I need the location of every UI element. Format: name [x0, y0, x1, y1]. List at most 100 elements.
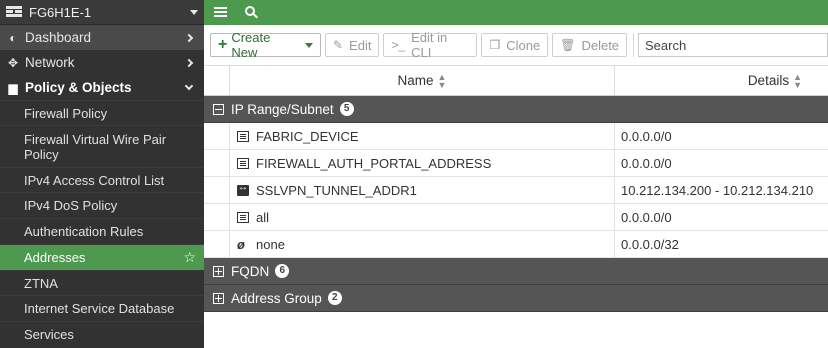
row-name-cell: SSLVPN_TUNNEL_ADDR1 [230, 177, 615, 203]
table-row[interactable]: ø none 0.0.0.0/32 [204, 231, 828, 258]
group-header-address-group[interactable]: Address Group 2 [204, 285, 828, 312]
none-address-icon: ø [237, 236, 245, 252]
menu-icon[interactable] [214, 7, 227, 18]
nav-item-label: Firewall Virtual Wire Pair Policy [24, 131, 167, 162]
group-header-fqdn[interactable]: FQDN 6 [204, 258, 828, 285]
group-label: Address Group [231, 290, 322, 306]
edit-in-cli-label: Edit in CLI [411, 30, 448, 60]
row-gutter [204, 231, 230, 257]
nav-item-label: ZTNA [24, 275, 58, 291]
create-new-label: Create New [231, 30, 271, 60]
pencil-icon: ✎ [332, 38, 344, 52]
caret-down-icon [190, 9, 198, 15]
fortigate-logo-icon [6, 6, 22, 18]
policy-icon: ▆ [8, 80, 18, 95]
row-details: 0.0.0.0/0 [621, 209, 672, 225]
row-name-cell: FIREWALL_AUTH_PORTAL_ADDRESS [230, 150, 615, 176]
clone-icon: ❐ [489, 38, 501, 52]
column-header-details[interactable]: Details ▲ ▼ [615, 66, 828, 95]
row-details: 0.0.0.0/32 [621, 236, 679, 252]
nav-authentication-rules[interactable]: Authentication Rules [0, 218, 204, 244]
row-name: FABRIC_DEVICE [256, 128, 359, 144]
row-name: none [256, 236, 285, 252]
nav-virtual-wire-pair-policy[interactable]: Firewall Virtual Wire Pair Policy [0, 125, 204, 167]
column-header-name[interactable]: Name ▲ ▼ [230, 66, 615, 95]
clone-button[interactable]: ❐ Clone [481, 33, 549, 57]
nav-item-label: Internet Service Database [24, 301, 175, 316]
nav-item-label: Addresses [24, 250, 86, 265]
dashboard-icon: ◐ [9, 30, 17, 45]
nav-item-label: Firewall Policy [24, 105, 108, 121]
search-input[interactable] [638, 33, 828, 57]
address-table: Name ▲ ▼ Details ▲ ▼ IP Range/Subnet 5 FAB… [204, 65, 828, 348]
expand-icon[interactable] [213, 292, 224, 304]
top-bar [204, 0, 828, 25]
terminal-icon: >_ [391, 38, 406, 52]
group-count-badge: 6 [275, 264, 290, 278]
row-gutter [204, 123, 230, 149]
row-gutter [204, 177, 230, 203]
nav-addresses[interactable]: Addresses ☆ [0, 244, 204, 270]
nav-item-label: Services [24, 327, 74, 342]
nav-internet-service-database[interactable]: Internet Service Database [0, 295, 204, 321]
expand-icon[interactable] [213, 265, 224, 277]
toolbar-divider [633, 33, 635, 57]
edit-in-cli-button[interactable]: >_ Edit in CLI [383, 30, 478, 60]
nav-services[interactable]: Services [0, 321, 204, 347]
table-row[interactable]: all 0.0.0.0/0 [204, 204, 828, 231]
edit-button[interactable]: ✎ Edit [324, 33, 380, 57]
subnet-icon [237, 211, 249, 223]
group-count-badge: 2 [327, 291, 342, 305]
row-name: FIREWALL_AUTH_PORTAL_ADDRESS [256, 155, 492, 171]
row-name-cell: FABRIC_DEVICE [230, 123, 615, 149]
nav-ztna[interactable]: ZTNA [0, 270, 204, 295]
group-header-ip-range-subnet[interactable]: IP Range/Subnet 5 [204, 96, 828, 123]
clone-label: Clone [506, 37, 541, 53]
create-new-button[interactable]: + Create New [210, 30, 321, 60]
subnet-icon [237, 130, 249, 142]
subnet-icon [237, 157, 249, 169]
nav-item-label: IPv4 Access Control List [24, 172, 165, 188]
sort-icon: ▲ ▼ [437, 71, 447, 90]
nav-item-label: Authentication Rules [24, 224, 144, 239]
chevron-right-icon [184, 33, 194, 42]
row-name-cell: ø none [230, 231, 615, 257]
row-gutter [204, 204, 230, 230]
search-icon[interactable] [245, 6, 258, 19]
column-name-label: Name [397, 73, 434, 88]
nav-policy-objects-label: Policy & Objects [25, 80, 132, 95]
group-label: FQDN [231, 263, 270, 279]
iprange-icon [237, 182, 249, 196]
caret-down-icon [304, 42, 313, 48]
row-gutter [204, 150, 230, 176]
table-row[interactable]: FIREWALL_AUTH_PORTAL_ADDRESS 0.0.0.0/0 [204, 150, 828, 177]
delete-button[interactable]: 🗑 Delete [552, 33, 628, 57]
nav-ipv4-dos-policy[interactable]: IPv4 DoS Policy [0, 192, 204, 218]
favorite-star-icon[interactable]: ☆ [183, 249, 196, 266]
nav-network[interactable]: ✥ Network [0, 50, 204, 75]
group-label: IP Range/Subnet [231, 101, 334, 117]
nav-dashboard-label: Dashboard [25, 30, 92, 45]
row-details: 0.0.0.0/0 [621, 128, 672, 144]
row-name: all [256, 209, 270, 225]
nav-policy-objects[interactable]: ▆ Policy & Objects [0, 75, 204, 100]
device-selector[interactable]: FG6H1E-1 [0, 0, 204, 25]
nav-dashboard[interactable]: ◐ Dashboard [0, 25, 204, 50]
nav-network-label: Network [25, 55, 75, 70]
chevron-down-icon [184, 81, 194, 91]
device-name: FG6H1E-1 [29, 4, 92, 20]
edit-label: Edit [349, 37, 372, 53]
plus-icon: + [218, 36, 228, 53]
nav-ipv4-acl[interactable]: IPv4 Access Control List [0, 167, 204, 192]
sort-icon: ▲ ▼ [793, 71, 802, 90]
collapse-icon[interactable] [213, 103, 224, 115]
chevron-right-icon [184, 58, 194, 67]
table-row[interactable]: SSLVPN_TUNNEL_ADDR1 10.212.134.200 - 10.… [204, 177, 828, 204]
trash-icon: 🗑 [560, 38, 576, 52]
group-count-badge: 5 [339, 102, 354, 116]
row-name: SSLVPN_TUNNEL_ADDR1 [256, 182, 417, 198]
nav-firewall-policy[interactable]: Firewall Policy [0, 100, 204, 125]
table-row[interactable]: FABRIC_DEVICE 0.0.0.0/0 [204, 123, 828, 150]
toolbar: + Create New ✎ Edit >_ Edit in CLI ❐ Clo… [204, 25, 828, 65]
row-details: 0.0.0.0/0 [621, 155, 672, 171]
